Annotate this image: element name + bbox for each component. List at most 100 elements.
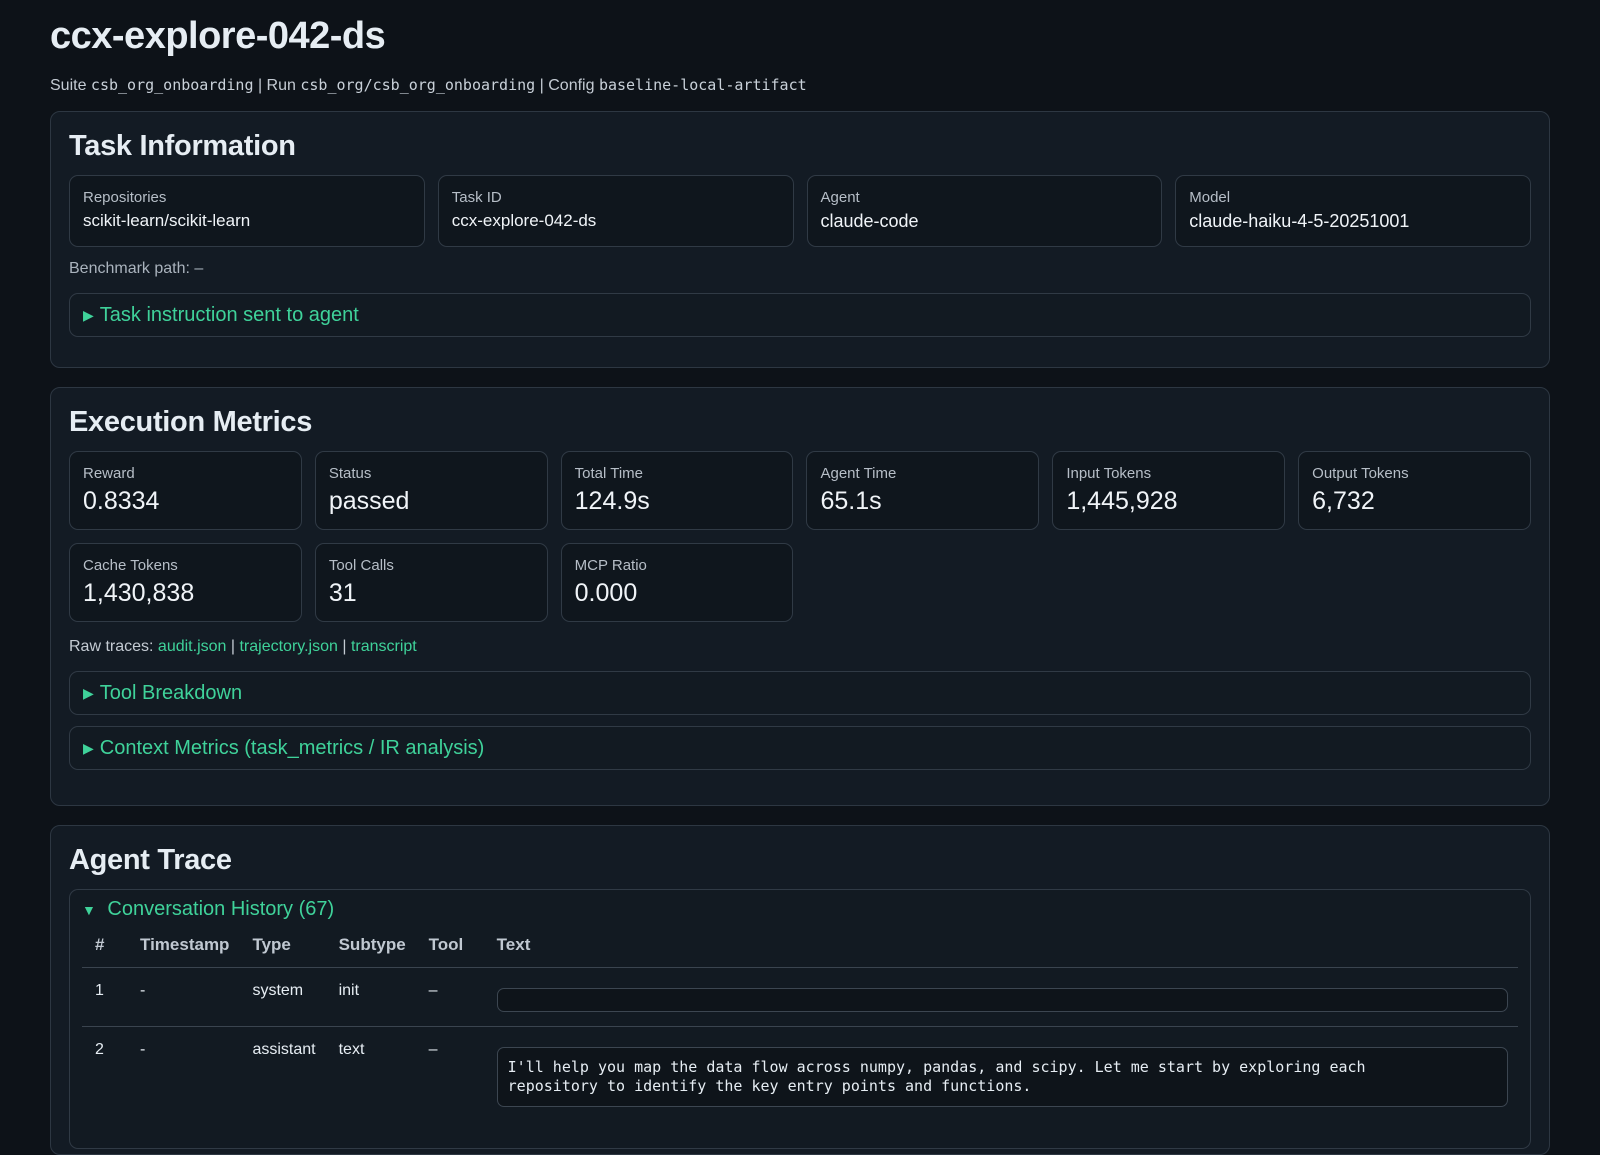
metric-value: 124.9s <box>574 487 650 515</box>
metric-value: 1,430,838 <box>83 579 195 607</box>
run-value: csb_org/csb_org_onboarding <box>300 76 536 94</box>
metric-label: Input Tokens <box>1066 465 1152 482</box>
trajectory-json-link[interactable]: trajectory.json <box>239 638 337 655</box>
card-value: ccx-explore-042-ds <box>451 211 597 230</box>
config-value: baseline-local-artifact <box>598 76 807 94</box>
caret-right-icon: ▶ <box>83 306 94 323</box>
agent-card: Agent claude-code <box>806 175 1163 247</box>
card-label: Model <box>1189 189 1231 206</box>
run-subtitle: Suite csb_org_onboarding | Run csb_org/c… <box>50 76 1550 95</box>
task-id-card: Task ID ccx-explore-042-ds <box>437 175 794 247</box>
metric-value: 31 <box>328 579 357 607</box>
transcript-link[interactable]: transcript <box>351 638 417 655</box>
row-tool: – <box>428 1041 438 1058</box>
agent-trace-panel: Agent Trace ▼ Conversation History (67) … <box>50 825 1550 1155</box>
metric-value: passed <box>328 487 410 515</box>
metrics-grid: Reward 0.8334 Status passed Total Time 1… <box>69 451 1531 622</box>
row-number: 2 <box>95 1041 104 1058</box>
card-label: Repositories <box>83 189 167 206</box>
row-text-cell: I'll help you map the data flow across n… <box>484 1027 1518 1122</box>
metric-value: 0.000 <box>574 579 638 607</box>
agent-time-metric: Agent Time 65.1s <box>806 451 1040 530</box>
row-timestamp: - <box>140 1041 146 1058</box>
reward-metric: Reward 0.8334 <box>69 451 302 530</box>
card-value: scikit-learn/scikit-learn <box>83 211 251 230</box>
row-text[interactable]: I'll help you map the data flow across n… <box>496 1047 1508 1107</box>
row-number: 1 <box>82 967 127 1027</box>
task-info-cards: Repositories scikit-learn/scikit-learn T… <box>69 175 1531 247</box>
task-information-heading: Task Information <box>69 130 296 162</box>
suite-label: Suite <box>50 77 87 94</box>
metric-label: Cache Tokens <box>83 557 178 574</box>
agent-trace-heading: Agent Trace <box>69 844 232 876</box>
execution-metrics-heading: Execution Metrics <box>69 406 313 438</box>
page-title: ccx-explore-042-ds <box>50 15 386 57</box>
row-subtype: text <box>338 1041 365 1058</box>
card-label: Agent <box>820 189 860 206</box>
column-header: Text <box>483 927 1518 968</box>
metric-label: MCP Ratio <box>574 557 647 574</box>
column-header: Timestamp <box>127 927 240 968</box>
tool-breakdown-toggle[interactable]: ▶ Tool Breakdown <box>69 671 1531 715</box>
output-tokens-metric: Output Tokens 6,732 <box>1298 451 1531 530</box>
mcp-ratio-metric: MCP Ratio 0.000 <box>560 543 794 622</box>
tool-calls-metric: Tool Calls 31 <box>314 543 548 622</box>
toggle-label: Tool Breakdown <box>99 681 243 704</box>
metric-label: Agent Time <box>820 465 897 482</box>
separator: | <box>342 638 347 655</box>
metric-label: Status <box>328 465 372 482</box>
card-label: Task ID <box>451 189 502 206</box>
row-type: assistant <box>252 1041 316 1058</box>
table-row: 2 - assistant text – I'll help you map t… <box>82 1027 1518 1122</box>
execution-metrics-panel: Execution Metrics Reward 0.8334 Status p… <box>50 387 1550 806</box>
input-tokens-metric: Input Tokens 1,445,928 <box>1052 451 1286 530</box>
metric-label: Tool Calls <box>328 557 394 574</box>
conversation-history-toggle[interactable]: ▼ Conversation History (67) <box>82 898 1518 921</box>
metric-value: 65.1s <box>820 487 882 515</box>
column-header: Type <box>239 927 326 968</box>
config-label: Config <box>548 77 595 94</box>
suite-value: csb_org_onboarding <box>90 76 254 94</box>
caret-right-icon: ▶ <box>83 739 94 756</box>
audit-json-link[interactable]: audit.json <box>158 638 227 655</box>
total-time-metric: Total Time 124.9s <box>560 451 794 530</box>
row-type: system <box>239 967 326 1027</box>
row-tool: – <box>415 967 484 1027</box>
benchmark-path: Benchmark path: – <box>69 260 204 277</box>
context-metrics-toggle[interactable]: ▶ Context Metrics (task_metrics / IR ana… <box>69 726 1531 770</box>
caret-down-icon: ▼ <box>82 902 96 918</box>
metric-label: Total Time <box>574 465 644 482</box>
toggle-label: Context Metrics (task_metrics / IR analy… <box>99 736 485 759</box>
repositories-card: Repositories scikit-learn/scikit-learn <box>69 175 425 247</box>
column-header: Subtype <box>325 927 416 968</box>
table-header-row: # Timestamp Type Subtype Tool Text <box>82 927 1518 968</box>
separator: | <box>257 77 263 94</box>
caret-right-icon: ▶ <box>83 684 94 701</box>
row-text[interactable] <box>496 988 1508 1012</box>
task-instruction-toggle[interactable]: ▶ Task instruction sent to agent <box>69 293 1531 337</box>
raw-traces: Raw traces: audit.json | trajectory.json… <box>69 638 1531 656</box>
row-timestamp: - <box>127 967 240 1027</box>
raw-traces-label: Raw traces: <box>69 638 154 655</box>
row-text-cell <box>483 967 1518 1027</box>
cache-tokens-metric: Cache Tokens 1,430,838 <box>69 543 302 622</box>
card-value: claude-haiku-4-5-20251001 <box>1189 211 1410 231</box>
separator: | <box>230 638 236 655</box>
table-row: 1 - system init – <box>82 967 1518 1027</box>
metric-value: 0.8334 <box>83 487 160 515</box>
task-information-panel: Task Information Repositories scikit-lea… <box>50 111 1550 368</box>
conversation-table: # Timestamp Type Subtype Tool Text 1 - s… <box>82 927 1518 1121</box>
row-subtype: init <box>325 967 416 1027</box>
status-metric: Status passed <box>314 451 548 530</box>
model-card: Model claude-haiku-4-5-20251001 <box>1175 175 1531 247</box>
toggle-label: Task instruction sent to agent <box>99 303 359 326</box>
metric-label: Reward <box>83 465 135 482</box>
separator: | <box>539 77 544 94</box>
toggle-label: Conversation History (67) <box>107 898 335 920</box>
card-value: claude-code <box>820 211 919 231</box>
column-header: # <box>82 927 127 968</box>
run-label: Run <box>266 77 296 94</box>
metric-label: Output Tokens <box>1312 465 1409 482</box>
metric-value: 1,445,928 <box>1066 487 1178 515</box>
conversation-history: ▼ Conversation History (67) # Timestamp … <box>69 889 1531 1149</box>
